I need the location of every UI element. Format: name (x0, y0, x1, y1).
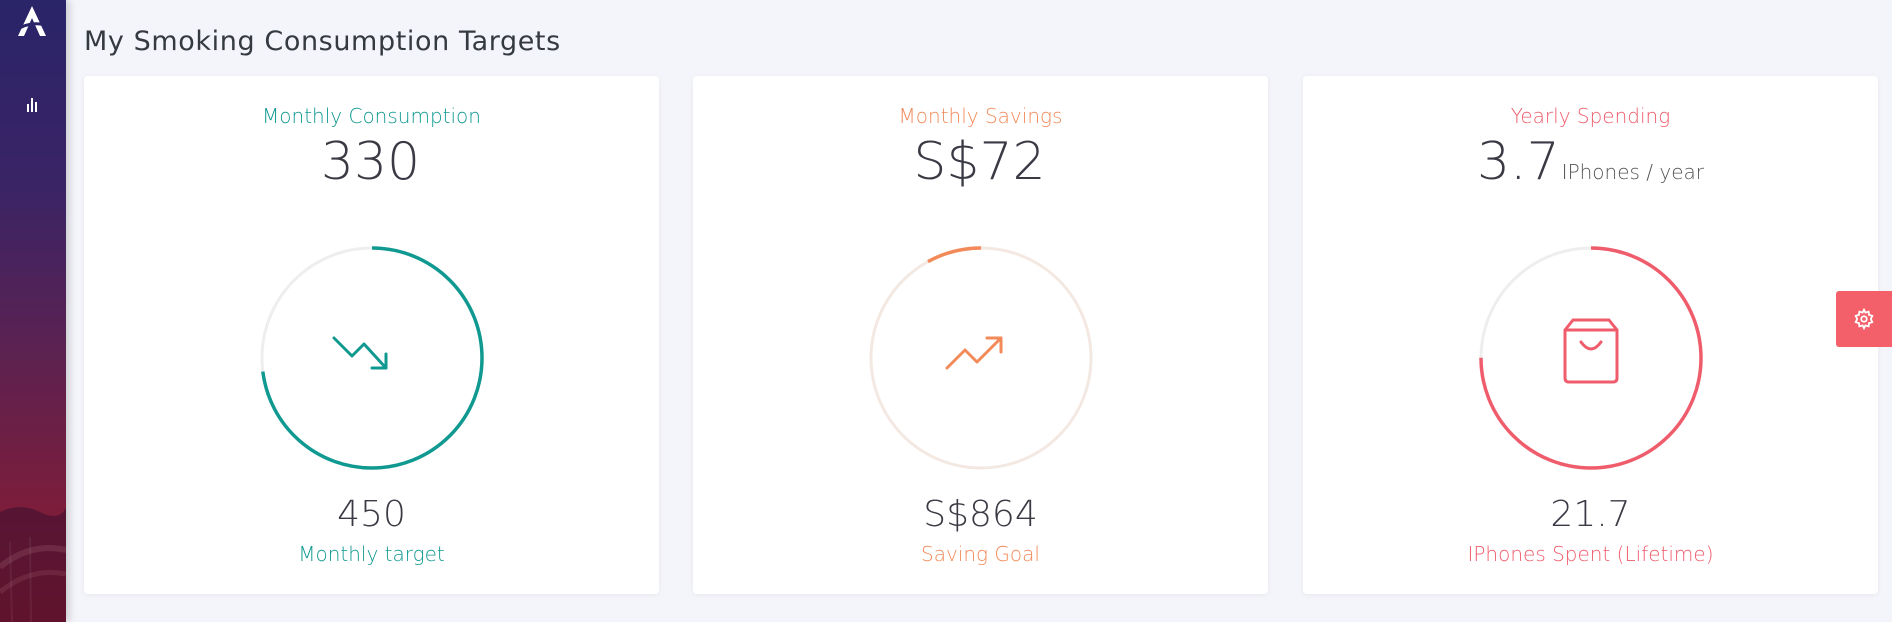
footer-label: Monthly target (298, 542, 445, 566)
card-value: 330 (84, 132, 659, 192)
settings-button[interactable] (1836, 291, 1892, 347)
sidebar (0, 0, 66, 622)
card-value: S$72 (693, 132, 1268, 192)
card-value: 3.7 IPhones / year (1303, 132, 1878, 192)
card-value-number: S$72 (913, 132, 1046, 192)
progress-ring (1478, 246, 1703, 470)
monthly-savings-card: Monthly Savings S$72 S$864 Saving Goal (693, 76, 1268, 594)
yearly-spending-card: Yearly Spending 3.7 IPhones / year 21.7 I… (1303, 76, 1878, 594)
monthly-consumption-card: Monthly Consumption 330 450 Monthly targ… (84, 76, 659, 594)
card-label: Monthly Savings (898, 104, 1063, 128)
trending-up-icon (945, 336, 1002, 370)
gear-icon (1854, 308, 1874, 330)
page-title: My Smoking Consumption Targets (84, 26, 561, 57)
card-label: Monthly Consumption (262, 104, 481, 128)
shopping-bag-icon (1563, 318, 1618, 384)
brand-logo[interactable] (14, 4, 50, 40)
card-value-unit: IPhones / year (1561, 160, 1705, 184)
footer-label: IPhones Spent (Lifetime) (1467, 542, 1714, 566)
progress-ring (259, 246, 484, 470)
footer-value: 450 (337, 494, 406, 535)
progress-ring (868, 246, 1093, 470)
trending-down-icon (332, 336, 387, 370)
card-value-number: 3.7 (1476, 132, 1560, 192)
card-value-number: 330 (320, 132, 421, 192)
footer-value: S$864 (923, 494, 1038, 535)
footer-label: Saving Goal (921, 542, 1040, 566)
card-label: Yearly Spending (1510, 104, 1671, 128)
sidebar-background-image (0, 507, 66, 622)
footer-value: 21.7 (1550, 494, 1631, 535)
bar-chart-icon[interactable] (22, 92, 42, 112)
